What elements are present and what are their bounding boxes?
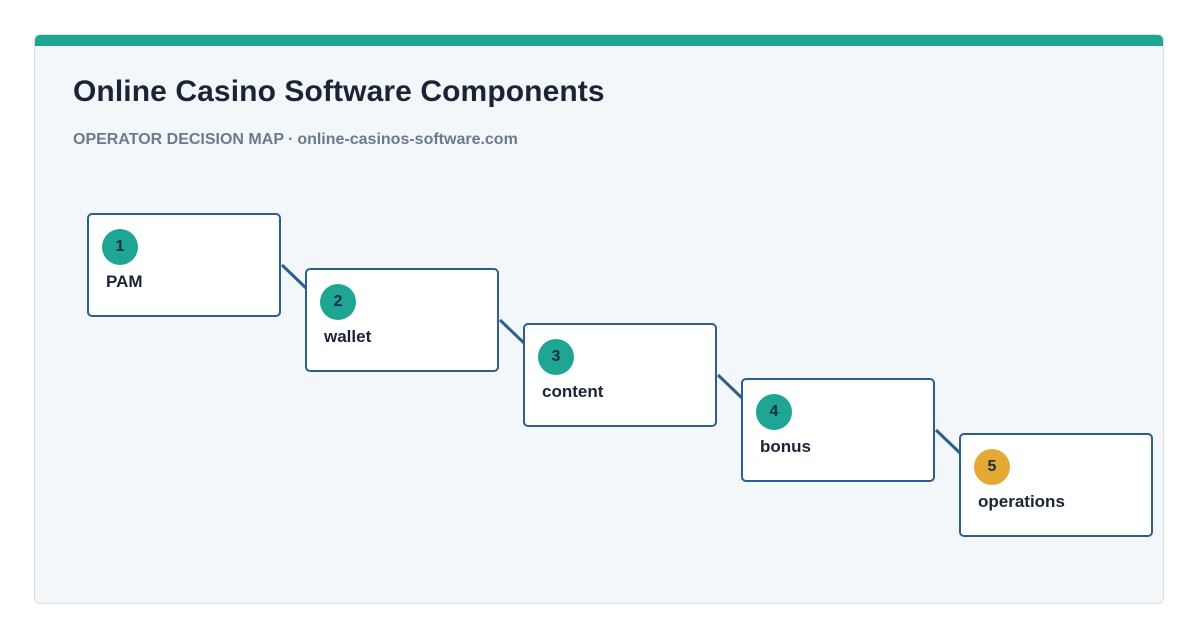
step-node-bonus: 4 bonus (741, 378, 935, 482)
step-label: bonus (760, 437, 811, 456)
step-label: content (542, 382, 604, 401)
step-label: operations (978, 492, 1065, 511)
diagram-subtitle: OPERATOR DECISION MAP · online-casinos-sof… (73, 131, 518, 149)
step-number-badge: 5 (974, 449, 1010, 485)
step-number-badge: 2 (320, 284, 356, 320)
step-node-content: 3 content (523, 323, 717, 427)
subtitle-domain: online-casinos-software.com (297, 131, 518, 148)
subtitle-lead: OPERATOR DECISION MAP (73, 131, 284, 148)
step-label: PAM (106, 272, 143, 291)
step-node-wallet: 2 wallet (305, 268, 499, 372)
diagram-title: Online Casino Software Components (73, 75, 605, 108)
accent-bar (35, 35, 1163, 46)
step-node-operations: 5 operations (959, 433, 1153, 537)
step-node-pam: 1 PAM (87, 213, 281, 317)
step-number-badge: 1 (102, 229, 138, 265)
step-number-badge: 4 (756, 394, 792, 430)
step-number-badge: 3 (538, 339, 574, 375)
subtitle-separator: · (287, 131, 294, 148)
step-label: wallet (324, 327, 372, 346)
